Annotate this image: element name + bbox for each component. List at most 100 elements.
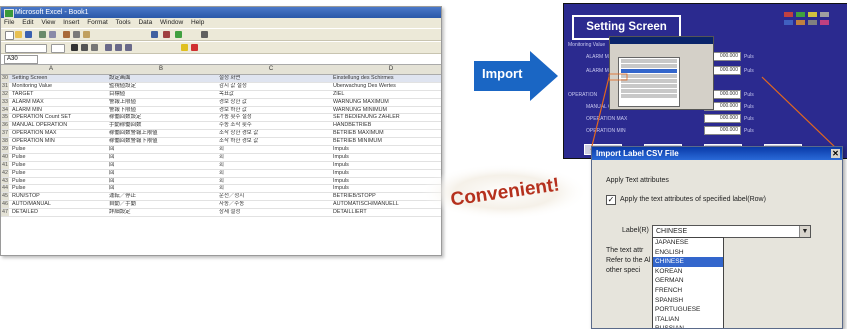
row-number[interactable]: 45 [1, 193, 9, 201]
table-row[interactable]: 40 Pulse 回 회 Impuls [1, 153, 441, 162]
cell[interactable]: 상세 설정 [219, 209, 329, 216]
language-option[interactable]: FRENCH [653, 286, 723, 296]
row-number[interactable]: 33 [1, 98, 9, 106]
cell[interactable]: RUN/STOP [12, 193, 104, 200]
cell[interactable]: BETRIEB MINIMUM [333, 138, 441, 145]
cell[interactable]: TARGET [12, 91, 104, 98]
row-number[interactable]: 32 [1, 90, 9, 98]
fill-color-icon[interactable] [181, 44, 188, 51]
table-row[interactable]: 34 ALARM MIN 警報下限値 경보 하한 값 WARNUNG MINIMUM [1, 106, 441, 115]
cell-grid[interactable]: 30 Setting Screen 設定画面 설정 화면 Einstellung des… [1, 75, 441, 218]
sum-icon[interactable] [151, 31, 158, 38]
cell[interactable]: ALARM MAX [12, 99, 104, 106]
cell[interactable]: HANDBETRIEB [333, 122, 441, 129]
row-number[interactable]: 47 [1, 209, 9, 217]
menu-help[interactable]: Help [191, 19, 204, 26]
cell[interactable]: OPERATION MIN [12, 138, 104, 145]
table-row[interactable]: 46 AUTO/MANUAL 自動／手動 자동／수동 AUTOMATISCH/MANUE… [1, 201, 441, 210]
row-number[interactable]: 38 [1, 138, 9, 146]
cell[interactable]: MANUAL OPERATION [12, 122, 104, 129]
menu-tools[interactable]: Tools [115, 19, 130, 26]
cell[interactable]: Einstellung des Schirmes [333, 75, 441, 82]
cell[interactable]: OPERATION MAX [12, 130, 104, 137]
cell[interactable]: 회 [219, 154, 329, 161]
chevron-down-icon[interactable]: ▼ [799, 226, 810, 237]
cell[interactable]: 목표값 [219, 91, 329, 98]
menu-file[interactable]: File [4, 19, 14, 26]
cell[interactable]: 경보 하한 값 [219, 107, 329, 114]
cell[interactable]: 감시 값 설정 [219, 83, 329, 90]
cell[interactable]: 자동／수동 [219, 201, 329, 208]
cell[interactable]: Überwachung Des Wertes [333, 83, 441, 90]
row-number[interactable]: 44 [1, 185, 9, 193]
cell[interactable]: 회 [219, 170, 329, 177]
table-row[interactable]: 33 ALARM MAX 警報上限値 경보 상한 값 WARNUNG MAXIMUM [1, 98, 441, 107]
cell[interactable]: SET BEDIENUNG ZÄHLER [333, 114, 441, 121]
cell[interactable]: 운전／정지 [219, 193, 329, 200]
underline-icon[interactable] [91, 44, 98, 51]
cell[interactable]: Setting Screen [12, 75, 104, 82]
font-size-select[interactable] [51, 44, 65, 53]
zoom-icon[interactable] [201, 31, 208, 38]
table-row[interactable]: 39 Pulse 回 회 Impuls [1, 146, 441, 154]
table-row[interactable]: 43 Pulse 回 회 Impuls [1, 177, 441, 186]
table-row[interactable]: 35 OPERATION Count SET 稼働回数設定 가동 횟수 설정 SET B… [1, 114, 441, 123]
row-number[interactable]: 35 [1, 114, 9, 122]
preview-icon[interactable] [49, 31, 56, 38]
column-header-c[interactable]: C [261, 65, 281, 74]
row-number[interactable]: 43 [1, 177, 9, 185]
cell[interactable]: 수동 조작 횟수 [219, 122, 329, 129]
cell[interactable]: 조작 상한 경보 값 [219, 130, 329, 137]
setting-value-field[interactable]: 000.000 [704, 126, 741, 135]
menu-data[interactable]: Data [138, 19, 152, 26]
close-icon[interactable]: ✕ [831, 149, 840, 158]
table-row[interactable]: 47 DETAILED 詳細設定 상세 설정 DETAILLIERT [1, 209, 441, 218]
open-icon[interactable] [15, 31, 22, 38]
cell[interactable]: 設定画面 [109, 75, 214, 82]
cell[interactable]: ZIEL [333, 91, 441, 98]
row-number[interactable]: 39 [1, 146, 9, 153]
language-option[interactable]: RUSSIAN [653, 324, 723, 328]
cell[interactable]: Impuls [333, 146, 441, 153]
cell[interactable]: 회 [219, 178, 329, 185]
cell[interactable]: AUTO/MANUAL [12, 201, 104, 208]
menu-view[interactable]: View [41, 19, 55, 26]
menu-insert[interactable]: Insert [63, 19, 79, 26]
row-number[interactable]: 37 [1, 130, 9, 138]
cell[interactable]: 설정 화면 [219, 75, 329, 82]
align-right-icon[interactable] [125, 44, 132, 51]
cell[interactable]: Pulse [12, 146, 104, 153]
cell[interactable]: OPERATION Count SET [12, 114, 104, 121]
cell[interactable]: 회 [219, 185, 329, 192]
cell[interactable]: 回 [109, 154, 214, 161]
cell[interactable]: 手動稼働回数 [109, 122, 214, 129]
cell[interactable]: ALARM MIN [12, 107, 104, 114]
align-left-icon[interactable] [105, 44, 112, 51]
row-number[interactable]: 42 [1, 169, 9, 177]
cell[interactable]: 경보 상한 값 [219, 99, 329, 106]
cell[interactable]: 回 [109, 162, 214, 169]
table-row[interactable]: 37 OPERATION MAX 稼働回数警報上限値 조작 상한 경보 값 BETRIE… [1, 130, 441, 139]
cell[interactable]: WARNUNG MAXIMUM [333, 99, 441, 106]
language-option[interactable]: SPANISH [653, 296, 723, 306]
cell[interactable]: Pulse [12, 178, 104, 185]
row-number[interactable]: 31 [1, 82, 9, 90]
language-option[interactable]: JAPANESE [653, 238, 723, 248]
language-option[interactable]: ITALIAN [653, 315, 723, 325]
column-header-a[interactable]: A [41, 65, 61, 74]
row-number[interactable]: 36 [1, 122, 9, 130]
font-color-icon[interactable] [191, 44, 198, 51]
cell[interactable]: 가동 횟수 설정 [219, 114, 329, 121]
table-row[interactable]: 30 Setting Screen 設定画面 설정 화면 Einstellung des… [1, 75, 441, 83]
cell[interactable]: Pulse [12, 154, 104, 161]
cell[interactable]: 目標値 [109, 91, 214, 98]
new-icon[interactable] [5, 31, 14, 40]
table-row[interactable]: 42 Pulse 回 회 Impuls [1, 169, 441, 178]
cell[interactable]: WARNUNG MINIMUM [333, 107, 441, 114]
cell[interactable]: Pulse [12, 162, 104, 169]
table-row[interactable]: 45 RUN/STOP 運転／停止 운전／정지 BETRIEB/STOPP [1, 193, 441, 202]
cell[interactable]: 運転／停止 [109, 193, 214, 200]
row-number[interactable]: 34 [1, 106, 9, 114]
cell[interactable]: 回 [109, 178, 214, 185]
chart-icon[interactable] [175, 31, 182, 38]
